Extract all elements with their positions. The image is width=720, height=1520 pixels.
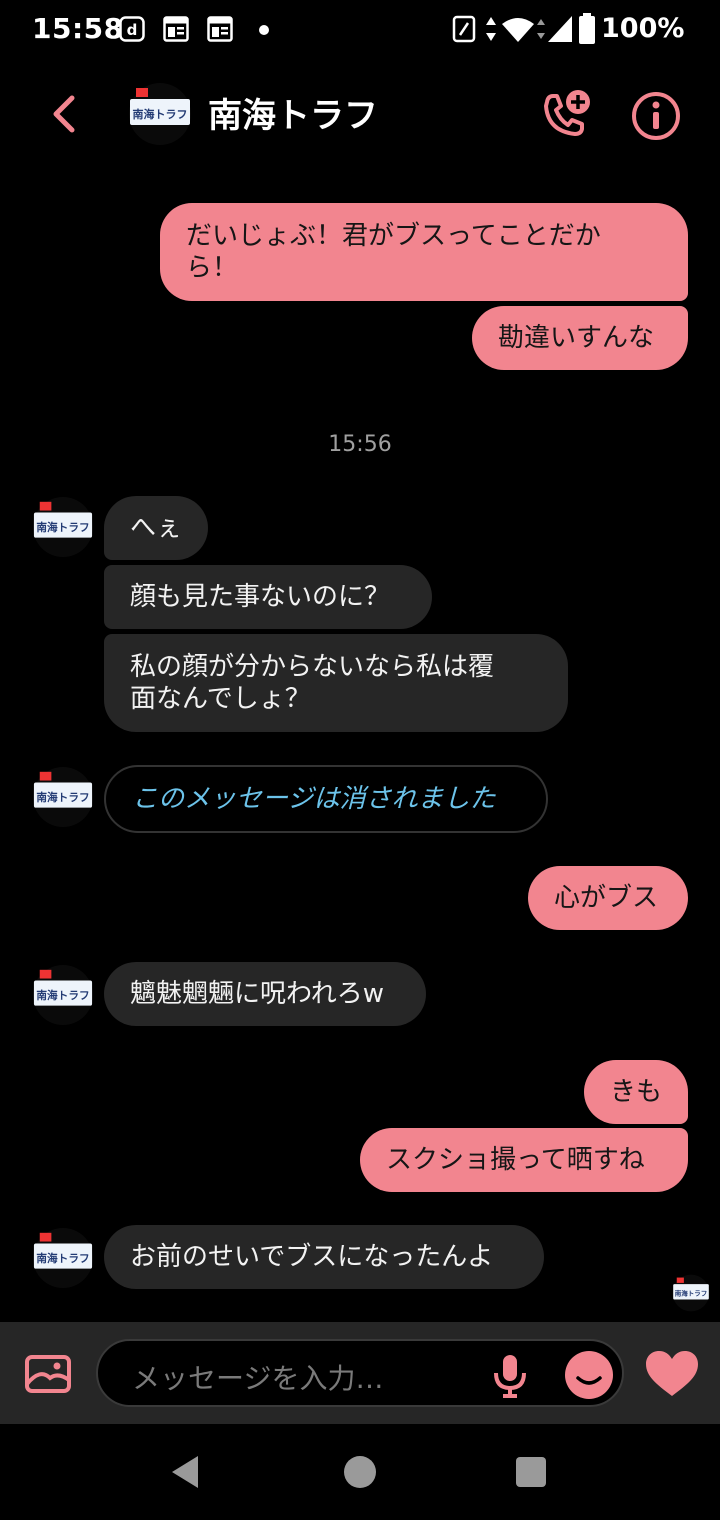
- read-receipt-avatar: 南海トラフ: [672, 1274, 710, 1312]
- message-bubble-outgoing[interactable]: スクショ撮って晒すね: [360, 1128, 688, 1192]
- timestamp-separator: 15:56: [328, 432, 392, 457]
- avatar-label: 南海トラフ: [675, 1288, 708, 1297]
- signal-arrows-icon: [537, 19, 545, 39]
- battery-icon: [579, 13, 595, 44]
- contact-avatar[interactable]: 南海トラフ: [32, 496, 94, 558]
- message-bubble-incoming[interactable]: へぇ: [104, 496, 208, 560]
- sticker-emoji-icon[interactable]: [564, 1350, 614, 1400]
- more-notifications-dot: [259, 25, 269, 35]
- svg-text:5: 5: [525, 33, 531, 44]
- message-bubble-incoming[interactable]: お前のせいでブスになったんよ: [104, 1225, 544, 1289]
- avatar-label: 南海トラフ: [133, 107, 188, 121]
- contact-avatar[interactable]: 南海トラフ: [32, 964, 94, 1026]
- system-navigation-bar: [0, 1424, 720, 1520]
- info-icon[interactable]: [630, 90, 682, 142]
- chat-header: 南海トラフ 南海トラフ: [0, 60, 720, 172]
- nfc-icon: [452, 15, 476, 43]
- news-icon: [207, 16, 233, 42]
- chat-screen: 15:58 d 5 100% 南海トラフ 南海トラフ だいじょぶ！君がブスってこ…: [0, 0, 720, 1520]
- svg-text:d: d: [127, 21, 138, 39]
- message-bubble-outgoing[interactable]: きも: [584, 1060, 688, 1124]
- message-composer: メッセージを入力…: [0, 1322, 720, 1424]
- back-arrow-icon[interactable]: [44, 90, 84, 138]
- contact-name[interactable]: 南海トラフ: [208, 88, 378, 137]
- message-bubble-outgoing[interactable]: だいじょぶ！君がブスってことだか ら！: [160, 203, 688, 301]
- message-input-placeholder: メッセージを入力…: [132, 1362, 384, 1395]
- wifi-icon: 5: [502, 18, 534, 44]
- avatar-label: 南海トラフ: [36, 791, 89, 804]
- battery-percent: 100%: [601, 13, 685, 44]
- add-call-icon[interactable]: [538, 88, 592, 142]
- nav-back-icon[interactable]: [168, 1454, 200, 1490]
- microphone-icon[interactable]: [490, 1353, 530, 1399]
- contact-avatar[interactable]: 南海トラフ: [32, 1227, 94, 1289]
- heart-like-icon[interactable]: [644, 1350, 700, 1398]
- contact-avatar[interactable]: 南海トラフ: [128, 82, 192, 146]
- docomo-d-icon: d: [119, 16, 145, 42]
- deleted-message-notice: このメッセージは消されました: [104, 765, 548, 833]
- message-bubble-incoming[interactable]: 顔も見た事ないのに？: [104, 565, 432, 629]
- data-arrows-icon: [486, 17, 496, 41]
- nav-recents-icon[interactable]: [516, 1457, 546, 1487]
- cellular-signal-icon: [548, 16, 572, 42]
- contact-avatar[interactable]: 南海トラフ: [32, 766, 94, 828]
- status-time: 15:58: [32, 12, 124, 45]
- avatar-label: 南海トラフ: [36, 989, 89, 1002]
- message-bubble-outgoing[interactable]: 勘違いすんな: [472, 306, 688, 370]
- avatar-label: 南海トラフ: [36, 1252, 89, 1265]
- status-bar: 15:58 d 5 100%: [0, 0, 720, 60]
- message-bubble-outgoing[interactable]: 心がブス: [528, 866, 688, 930]
- gallery-icon[interactable]: [24, 1354, 72, 1394]
- message-bubble-incoming[interactable]: 魑魅魍魎に呪われろw: [104, 962, 426, 1026]
- message-input[interactable]: メッセージを入力…: [96, 1339, 624, 1407]
- avatar-label: 南海トラフ: [36, 521, 89, 534]
- nav-home-icon[interactable]: [344, 1456, 376, 1488]
- message-bubble-incoming[interactable]: 私の顔が分からないなら私は覆 面なんでしょ？: [104, 634, 568, 732]
- news-icon: [163, 16, 189, 42]
